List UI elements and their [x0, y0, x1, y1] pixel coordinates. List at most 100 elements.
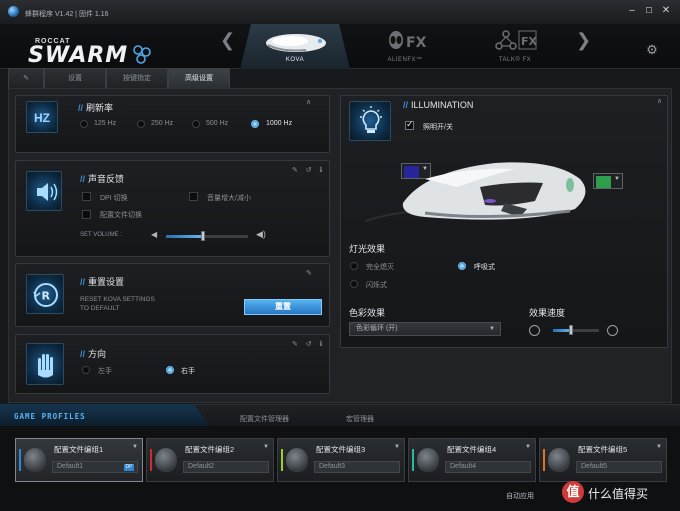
radio-250hz[interactable] — [137, 120, 145, 128]
profile-slot-4[interactable]: 配置文件编组4 ▼ Default4 — [408, 438, 536, 482]
left-hand-radio[interactable] — [82, 366, 90, 374]
pin-tab-icon[interactable]: ✎ — [8, 68, 44, 88]
chevron-down-icon[interactable]: ▼ — [525, 444, 531, 450]
profile-default-value: Default1 — [57, 463, 84, 470]
svg-text:R: R — [42, 290, 51, 303]
effect-speed-title: 效果速度 — [529, 308, 566, 318]
talkfx-logo-icon: FX — [495, 30, 538, 50]
hand-tile-icon — [26, 343, 64, 385]
profile-slot-5[interactable]: 配置文件编组5 ▼ Default5 — [539, 438, 667, 482]
profile-switch-label: 配置文件切换 — [100, 212, 142, 219]
illumination-panel: //ILLUMINATION ∧ ✓ 照明开/关 ▼ ▼ 灯光效果 完全熄灭 呼… — [340, 95, 668, 348]
speed-fast-icon — [607, 325, 618, 336]
minimize-button[interactable]: – — [626, 5, 638, 17]
illumination-collapse-icon[interactable]: ∧ — [657, 97, 665, 105]
set-volume-label: SET VOLUME : — [80, 232, 122, 238]
maximize-button[interactable]: ☐ — [643, 5, 655, 17]
lighting-effects-title: 灯光效果 — [349, 244, 386, 254]
right-hand-radio[interactable] — [166, 366, 174, 374]
volume-change-checkbox[interactable] — [189, 192, 198, 201]
radio-500hz[interactable] — [192, 120, 200, 128]
tab-device-talkfx[interactable]: FX TALK® FX — [460, 24, 570, 69]
app-window: 蜂群程序 V1.42 | 固件 1.16 – ☐ ✕ ROCCAT SWARM … — [0, 0, 680, 511]
section-tabs: ✎ 设置 按键指定 高级设置 — [8, 68, 672, 88]
reset-desc-line1: RESET KOVA SETTINGS — [80, 296, 155, 303]
gear-icon[interactable]: ⚙ — [645, 43, 659, 57]
profile-slot-3[interactable]: 配置文件编组3 ▼ Default3 — [277, 438, 405, 482]
speaker-tile-icon — [26, 171, 62, 211]
profile-default-value: Default3 — [319, 463, 346, 470]
profile-mouse-icon — [548, 448, 570, 472]
profile-default-value: Default4 — [450, 463, 477, 470]
reset-pin-icon[interactable]: ✎ — [306, 269, 315, 277]
volume-slider-handle[interactable] — [201, 231, 205, 241]
effect-breathing-radio[interactable] — [458, 262, 466, 270]
illumination-toggle-label: 照明开/关 — [423, 124, 453, 131]
auto-apply-button[interactable]: 自动应用 — [506, 491, 534, 501]
reset-button[interactable]: 重置 — [244, 299, 322, 315]
illumination-title: //ILLUMINATION — [403, 100, 474, 110]
label-125hz: 125 Hz — [94, 120, 117, 127]
profile-switch-checkbox[interactable] — [82, 210, 91, 219]
profile-default-field[interactable]: Default3 — [314, 461, 400, 473]
close-button[interactable]: ✕ — [660, 5, 672, 17]
tab-advanced-settings[interactable]: 高级设置 — [168, 68, 230, 88]
profile-default-field[interactable]: Default5 — [576, 461, 662, 473]
profile-name: 配置文件编组3 — [316, 445, 366, 454]
tab-device-kova-label: KOVA — [285, 57, 305, 63]
prev-device-arrow-icon[interactable]: ❮ — [220, 30, 235, 50]
chevron-down-icon[interactable]: ▼ — [132, 444, 138, 450]
profile-dp-badge: DP — [124, 464, 134, 471]
chevron-down-icon[interactable]: ▼ — [263, 444, 269, 450]
radio-125hz[interactable] — [80, 120, 88, 128]
orientation-card-tools[interactable]: ✎ ↺ ℹ — [292, 340, 325, 348]
polling-rate-card: HZ //刷新率 ∧ 125 Hz 250 Hz 500 Hz 1000 Hz — [15, 95, 330, 153]
brand-logo: SWARM — [28, 43, 129, 68]
tab-device-kova[interactable]: KOVA — [240, 24, 350, 69]
dpi-switch-checkbox[interactable] — [82, 192, 91, 201]
color-effects-title: 色彩效果 — [349, 308, 386, 318]
next-device-arrow-icon[interactable]: ❯ — [576, 30, 591, 50]
svg-text:FX: FX — [406, 35, 426, 51]
effect-speed-slider[interactable] — [553, 325, 599, 335]
effect-breathing-label: 呼吸式 — [474, 264, 495, 271]
tab-key-assignment[interactable]: 按键指定 — [106, 68, 168, 88]
profile-mouse-icon — [286, 448, 308, 472]
chevron-down-icon[interactable]: ▼ — [394, 444, 400, 450]
color-effect-value: 色彩循环 (开) — [356, 325, 398, 332]
sound-feedback-title: //声音反馈 — [80, 174, 125, 184]
color-effect-select[interactable]: 色彩循环 (开) ▼ — [349, 322, 501, 336]
profile-default-field[interactable]: Default2 — [183, 461, 269, 473]
watermark-logo-icon: 值 — [562, 481, 584, 503]
reset-settings-card: R //重置设置 ✎ RESET KOVA SETTINGS TO DEFAUL… — [15, 263, 330, 327]
kova-mouse-image — [365, 162, 586, 222]
profile-accent-bar — [150, 449, 152, 471]
watermark-text: 什么值得买 — [588, 487, 649, 501]
profile-default-field[interactable]: Default4 — [445, 461, 531, 473]
radio-1000hz[interactable] — [251, 120, 259, 128]
tab-device-alienfx[interactable]: FX ALIENFX™ — [350, 24, 460, 69]
device-nav: ❮ KOVA FX ALIENFX™ FX TALK® FX ❯ — [220, 24, 640, 69]
polling-collapse-icon[interactable]: ∧ — [306, 98, 314, 106]
chevron-down-icon[interactable]: ▼ — [656, 444, 662, 450]
macro-manager-link[interactable]: 宏管理器 — [346, 414, 374, 424]
sound-feedback-card: //声音反馈 ✎ ↺ ℹ DPI 切换 音量增大/减小 配置文件切换 SET V… — [15, 160, 330, 257]
profile-slot-1[interactable]: 配置文件编组1 ▼ Default1 DP — [15, 438, 143, 482]
speed-slider-handle[interactable] — [569, 325, 573, 335]
illumination-toggle-checkbox[interactable]: ✓ — [405, 119, 414, 130]
tab-settings[interactable]: 设置 — [44, 68, 106, 88]
effect-blinking-radio[interactable] — [350, 280, 358, 288]
reset-settings-title: //重置设置 — [80, 277, 125, 287]
effect-off-radio[interactable] — [350, 262, 358, 270]
reset-tile-icon: R — [26, 274, 64, 314]
sound-card-tools[interactable]: ✎ ↺ ℹ — [292, 166, 325, 174]
volume-slider[interactable] — [166, 231, 248, 241]
profile-default-value: Default5 — [581, 463, 608, 470]
watermark: 值 什么值得买 — [562, 477, 680, 511]
profile-slot-2[interactable]: 配置文件编组2 ▼ Default2 — [146, 438, 274, 482]
profile-name: 配置文件编组2 — [185, 445, 235, 454]
profile-manager-link[interactable]: 配置文件管理器 — [240, 414, 289, 424]
polling-rate-title: //刷新率 — [78, 103, 114, 113]
profile-default-field[interactable]: Default1 DP — [52, 461, 138, 473]
window-title: 蜂群程序 V1.42 | 固件 1.16 — [25, 11, 109, 18]
